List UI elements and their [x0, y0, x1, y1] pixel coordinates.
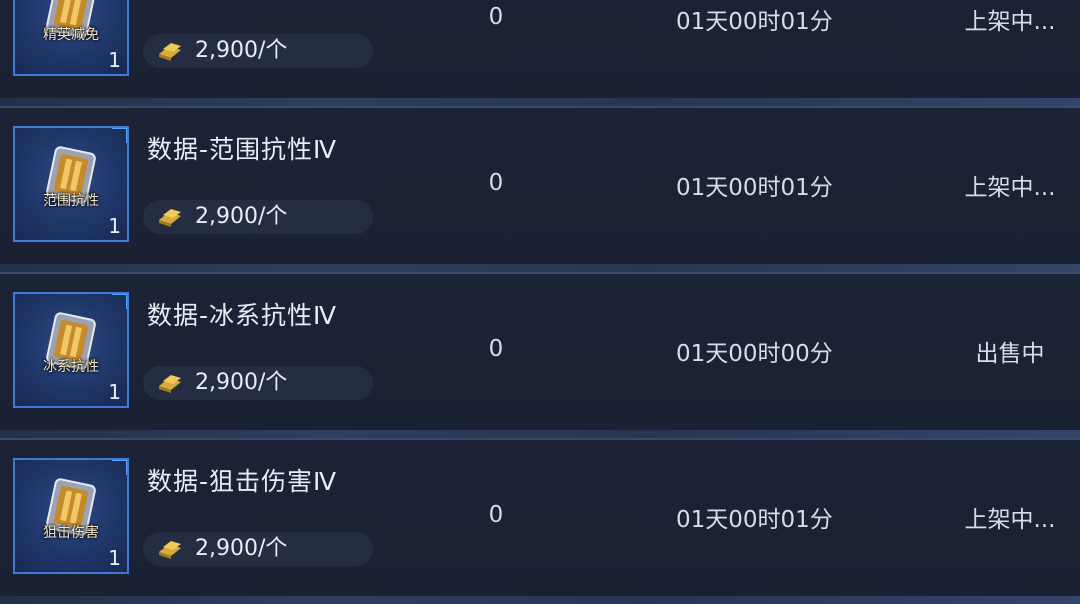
item-quantity: 1 — [108, 380, 121, 404]
item-quantity: 1 — [108, 546, 121, 570]
item-label: 狙击伤害 — [43, 525, 99, 541]
price-tag: 2,900/个 — [143, 532, 373, 566]
price-tag: 2,900/个 — [143, 34, 373, 68]
item-label: 精英减免 — [43, 27, 99, 43]
thumbnail-corner — [112, 460, 127, 475]
sold-count: 0 — [488, 502, 504, 528]
item-name: 数据-范围抗性Ⅳ — [147, 135, 338, 164]
item-name: 数据-狙击伤害Ⅳ — [147, 467, 338, 496]
sold-count: 0 — [488, 4, 504, 30]
gold-bar-icon — [159, 43, 181, 61]
time-remaining: 01天00时01分 — [676, 9, 833, 35]
listing-status: 出售中 — [975, 341, 1045, 367]
gold-bar-icon — [159, 375, 181, 393]
listing-row[interactable]: 范围抗性 1 数据-范围抗性Ⅳ 2,900/个 0 01天00时01分 上架中.… — [0, 106, 1080, 272]
listing-status: 上架中... — [964, 9, 1056, 35]
listing-list: 精英减免 1 2,900/个 0 01天00时01分 上架中... 范围抗性 1… — [0, 0, 1080, 604]
item-name: 数据-冰系抗性Ⅳ — [147, 301, 338, 330]
price-amount: 2,900/个 — [195, 204, 288, 229]
gold-bar-icon — [159, 541, 181, 559]
price-amount: 2,900/个 — [195, 536, 288, 561]
listing-row[interactable]: 狙击伤害 1 数据-狙击伤害Ⅳ 2,900/个 0 01天00时01分 上架中.… — [0, 438, 1080, 604]
sold-count: 0 — [488, 170, 504, 196]
time-remaining: 01天00时01分 — [676, 507, 833, 533]
price-amount: 2,900/个 — [195, 370, 288, 395]
item-quantity: 1 — [108, 214, 121, 238]
listing-status: 上架中... — [964, 507, 1056, 533]
item-label: 范围抗性 — [43, 193, 99, 209]
sold-count: 0 — [488, 336, 504, 362]
item-quantity: 1 — [108, 48, 121, 72]
time-remaining: 01天00时00分 — [676, 341, 833, 367]
thumbnail-corner — [112, 294, 127, 309]
price-tag: 2,900/个 — [143, 366, 373, 400]
listing-row[interactable]: 冰系抗性 1 数据-冰系抗性Ⅳ 2,900/个 0 01天00时00分 出售中 — [0, 272, 1080, 438]
item-thumbnail[interactable]: 范围抗性 1 — [13, 126, 129, 242]
item-label: 冰系抗性 — [43, 359, 99, 375]
listing-row[interactable]: 精英减免 1 2,900/个 0 01天00时01分 上架中... — [0, 0, 1080, 106]
gold-bar-icon — [159, 209, 181, 227]
item-thumbnail[interactable]: 狙击伤害 1 — [13, 458, 129, 574]
item-thumbnail[interactable]: 冰系抗性 1 — [13, 292, 129, 408]
time-remaining: 01天00时01分 — [676, 175, 833, 201]
listing-status: 上架中... — [964, 175, 1056, 201]
item-thumbnail[interactable]: 精英减免 1 — [13, 0, 129, 76]
price-amount: 2,900/个 — [195, 38, 288, 63]
price-tag: 2,900/个 — [143, 200, 373, 234]
thumbnail-corner — [112, 128, 127, 143]
